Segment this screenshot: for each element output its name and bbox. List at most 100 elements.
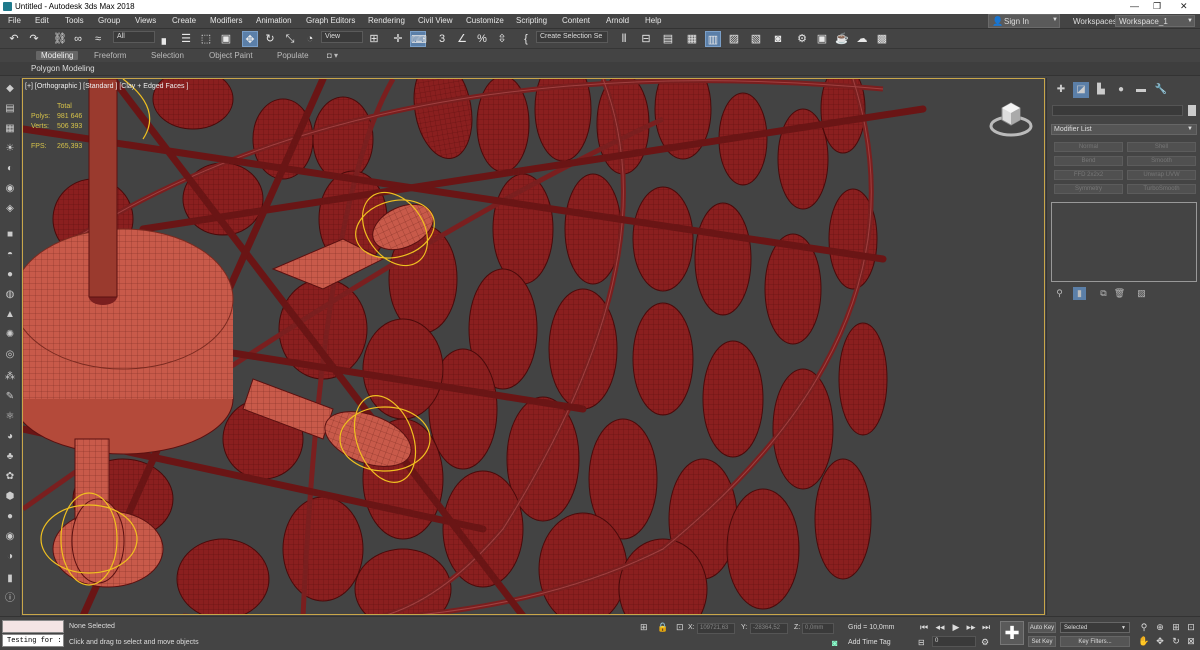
- link-icon[interactable]: ⛓: [52, 31, 68, 47]
- modifier-bend-button[interactable]: Bend: [1054, 156, 1123, 166]
- menu-views[interactable]: Views: [135, 16, 156, 25]
- modify-tab-icon[interactable]: ◪: [1073, 82, 1089, 98]
- menu-content[interactable]: Content: [562, 16, 590, 25]
- set-key-button[interactable]: Set Key: [1028, 636, 1056, 647]
- render-sphere-icon[interactable]: ◉: [3, 530, 17, 544]
- snaps-toggle-icon[interactable]: 3: [434, 31, 450, 47]
- window-crossing-icon[interactable]: ▣: [218, 31, 234, 47]
- isolate-selection-icon[interactable]: ⊞: [640, 622, 648, 633]
- go-to-start-icon[interactable]: ⏮: [918, 621, 930, 633]
- pin-stack-icon[interactable]: ⚲: [1053, 287, 1066, 300]
- hemisphere-icon[interactable]: ◓: [3, 248, 17, 262]
- ribbon-options-icon[interactable]: ◘ ▾: [327, 51, 338, 60]
- workspace-dropdown[interactable]: Workspace_1 ▼: [1115, 15, 1195, 27]
- previous-frame-icon[interactable]: ◂◂: [934, 621, 946, 633]
- info-icon[interactable]: ⓘ: [3, 592, 17, 606]
- render-setup-icon[interactable]: ⚙: [794, 31, 810, 47]
- menu-arnold[interactable]: Arnold: [606, 16, 629, 25]
- particles-icon[interactable]: ⁂: [3, 370, 17, 384]
- remove-modifier-icon[interactable]: 🗑: [1113, 287, 1126, 300]
- align-icon[interactable]: ⊟: [638, 31, 654, 47]
- bind-space-warp-icon[interactable]: ≈: [90, 31, 106, 47]
- unlink-icon[interactable]: ∞: [70, 31, 86, 47]
- menu-edit[interactable]: Edit: [35, 16, 49, 25]
- menu-customize[interactable]: Customize: [466, 16, 504, 25]
- x-coordinate-field[interactable]: 109721,63: [697, 623, 735, 634]
- key-filters-button[interactable]: Key Filters...: [1060, 636, 1130, 647]
- schematic-view-icon[interactable]: ▧: [748, 31, 764, 47]
- toggle-scene-explorer-icon[interactable]: ▤: [660, 31, 676, 47]
- material-editor-icon[interactable]: ◙: [770, 31, 786, 47]
- set-key-large-icon[interactable]: ✚: [1000, 621, 1024, 645]
- select-place-icon[interactable]: ◔: [302, 31, 318, 47]
- undo-icon[interactable]: ↶: [6, 31, 22, 47]
- menu-file[interactable]: File: [8, 16, 21, 25]
- cone-icon[interactable]: ▲: [3, 308, 17, 322]
- select-manipulate-icon[interactable]: ✛: [390, 31, 406, 47]
- rock-icon[interactable]: ⬢: [3, 490, 17, 504]
- go-to-end-icon[interactable]: ⏭: [980, 621, 992, 633]
- menu-modifiers[interactable]: Modifiers: [210, 16, 242, 25]
- paint-icon[interactable]: ✎: [3, 390, 17, 404]
- pan-icon[interactable]: ✥: [1154, 635, 1166, 647]
- modifier-turbosmooth-button[interactable]: TurboSmooth: [1127, 184, 1196, 194]
- globe-icon[interactable]: ◕: [3, 430, 17, 444]
- viewcube-icon[interactable]: [988, 94, 1034, 140]
- key-mode-dropdown[interactable]: Selected ▼: [1060, 622, 1130, 633]
- menu-graph-editors[interactable]: Graph Editors: [306, 16, 355, 25]
- menu-create[interactable]: Create: [172, 16, 196, 25]
- helper-icon[interactable]: ◈: [3, 202, 17, 216]
- mirror-icon[interactable]: ⫴: [616, 31, 632, 47]
- modifier-list-dropdown[interactable]: Modifier List ▼: [1051, 124, 1197, 135]
- cactus-icon[interactable]: ♣: [3, 450, 17, 464]
- sun-icon[interactable]: ✺: [3, 328, 17, 342]
- make-unique-icon[interactable]: ⧉: [1097, 287, 1110, 300]
- reference-coordinate-dropdown[interactable]: View: [321, 31, 363, 43]
- select-object-icon[interactable]: ▖: [158, 31, 174, 47]
- next-frame-icon[interactable]: ▸▸: [965, 621, 977, 633]
- menu-help[interactable]: Help: [645, 16, 661, 25]
- scene-icon[interactable]: ▦: [3, 122, 17, 136]
- modifier-shell-button[interactable]: Shell: [1127, 142, 1196, 152]
- object-name-field[interactable]: [1052, 105, 1183, 116]
- keyboard-shortcut-override-icon[interactable]: ⌨: [410, 31, 427, 47]
- restore-button[interactable]: ❐: [1153, 1, 1161, 12]
- y-coordinate-field[interactable]: -28364,52: [750, 623, 788, 634]
- curve-editor-icon[interactable]: ▨: [726, 31, 742, 47]
- maxscript-listener-input[interactable]: Testing for :: [2, 634, 64, 647]
- percent-snap-icon[interactable]: %: [474, 31, 490, 47]
- menu-animation[interactable]: Animation: [256, 16, 292, 25]
- orbit-icon[interactable]: ↻: [1170, 635, 1182, 647]
- pivot-center-icon[interactable]: ⊞: [366, 31, 382, 47]
- render-in-cloud-icon[interactable]: ☁: [854, 31, 870, 47]
- z-coordinate-field[interactable]: 0,0mm: [802, 623, 834, 634]
- play-icon[interactable]: ▶: [950, 621, 962, 633]
- time-configuration-icon[interactable]: ⚙: [981, 637, 989, 648]
- toggle-ribbon-icon[interactable]: ▥: [705, 31, 721, 47]
- modifier-unwrap-uvw-button[interactable]: Unwrap UVW: [1127, 170, 1196, 180]
- show-end-result-icon[interactable]: ▮: [1073, 287, 1086, 300]
- display-tab-icon[interactable]: ▬: [1133, 82, 1149, 98]
- torus-icon[interactable]: ◍: [3, 288, 17, 302]
- plant-icon[interactable]: ✿: [3, 470, 17, 484]
- tab-modeling[interactable]: Modeling: [36, 51, 79, 60]
- tab-selection[interactable]: Selection: [151, 51, 184, 60]
- box-icon[interactable]: ■: [3, 228, 17, 242]
- select-by-name-icon[interactable]: ☰: [178, 31, 194, 47]
- render-production-icon[interactable]: ☕: [834, 31, 850, 47]
- add-time-tag[interactable]: Add Time Tag: [848, 639, 891, 646]
- material-sphere-icon[interactable]: ●: [3, 510, 17, 524]
- zoom-all-icon[interactable]: ⊕: [1154, 621, 1166, 633]
- select-move-icon[interactable]: ✥: [242, 31, 258, 47]
- object-color-swatch[interactable]: [1188, 105, 1196, 116]
- ribbon-subtitle[interactable]: Polygon Modeling: [31, 64, 95, 73]
- hierarchy-tab-icon[interactable]: ▙: [1093, 82, 1109, 98]
- menu-civil-view[interactable]: Civil View: [418, 16, 453, 25]
- menu-group[interactable]: Group: [98, 16, 120, 25]
- utilities-tab-icon[interactable]: 🔧: [1153, 82, 1169, 98]
- selection-filter-dropdown[interactable]: All: [113, 31, 155, 43]
- configure-modifier-sets-icon[interactable]: ▨: [1135, 287, 1148, 300]
- angle-snap-icon[interactable]: ∠: [454, 31, 470, 47]
- key-mode-toggle-icon[interactable]: ⊟: [918, 638, 925, 647]
- tab-object-paint[interactable]: Object Paint: [209, 51, 253, 60]
